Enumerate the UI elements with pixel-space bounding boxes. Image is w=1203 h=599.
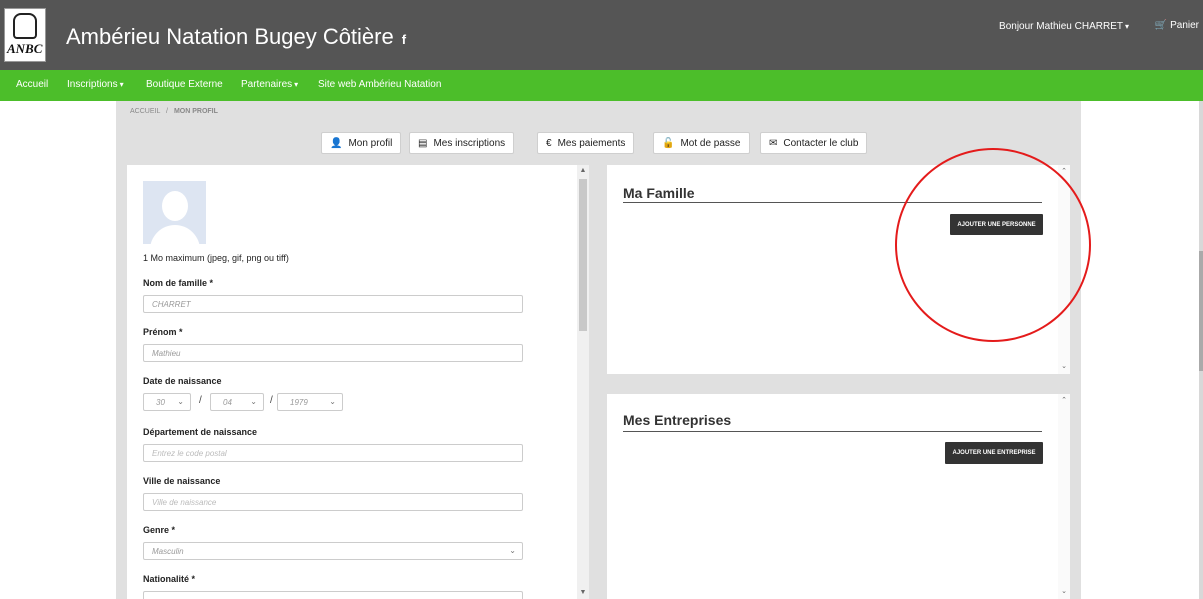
- chevron-down-icon: ⌄: [509, 546, 516, 555]
- date-separator: /: [270, 395, 273, 406]
- companies-divider: [623, 431, 1042, 432]
- companies-scrollbar[interactable]: ⌃ ⌄: [1058, 394, 1070, 599]
- nav-item-inscriptions[interactable]: Inscriptions ▾: [67, 79, 124, 90]
- nav-item-label: Partenaires: [241, 79, 293, 90]
- page-scrollbar[interactable]: [1199, 101, 1203, 599]
- chevron-down-icon: ⌄: [177, 397, 184, 406]
- nav-item-boutique[interactable]: Boutique Externe: [146, 79, 223, 90]
- nav-item-accueil[interactable]: Accueil: [16, 79, 48, 90]
- first-name-field[interactable]: Mathieu: [143, 344, 523, 362]
- birth-date-label: Date de naissance: [143, 376, 222, 386]
- companies-title: Mes Entreprises: [623, 412, 732, 428]
- scroll-down-icon[interactable]: ▼: [577, 589, 589, 596]
- birth-city-label: Ville de naissance: [143, 476, 221, 486]
- birth-city-field[interactable]: Ville de naissance: [143, 493, 523, 511]
- breadcrumb-home[interactable]: ACCUEIL: [130, 108, 160, 115]
- caret-down-icon: ▾: [1124, 22, 1129, 31]
- scroll-down-icon[interactable]: ⌄: [1058, 362, 1070, 370]
- nav-item-label: Boutique Externe: [146, 79, 223, 90]
- tab-contacter-le-club[interactable]: ✉ Contacter le club: [760, 132, 868, 154]
- user-menu[interactable]: Bonjour Mathieu CHARRET ▾: [999, 21, 1129, 32]
- tab-mot-de-passe[interactable]: 🔓 Mot de passe: [653, 132, 750, 154]
- tab-label: Mon profil: [348, 137, 393, 149]
- nationality-label: Nationalité *: [143, 574, 196, 584]
- birth-month-value: 04: [223, 398, 232, 407]
- companies-panel: Mes Entreprises AJOUTER UNE ENTREPRISE ⌃…: [607, 394, 1070, 599]
- tab-label: Mes paiements: [557, 137, 626, 149]
- scroll-up-icon[interactable]: ▲: [577, 167, 589, 174]
- euro-icon: €: [546, 137, 552, 149]
- add-company-button[interactable]: AJOUTER UNE ENTREPRISE: [945, 442, 1043, 464]
- user-greeting: Bonjour Mathieu CHARRET: [999, 21, 1123, 32]
- club-logo[interactable]: ANBC: [4, 8, 46, 62]
- nav-item-label: Inscriptions: [67, 79, 118, 90]
- first-name-label: Prénom *: [143, 327, 183, 337]
- tab-label: Mot de passe: [680, 137, 741, 149]
- family-divider: [623, 202, 1042, 203]
- birth-year-value: 1979: [290, 398, 308, 407]
- family-panel: Ma Famille AJOUTER UNE PERSONNE ⌃ ⌄: [607, 165, 1070, 374]
- family-title: Ma Famille: [623, 185, 695, 201]
- gender-select[interactable]: Masculin ⌄: [143, 542, 523, 560]
- birth-day-select[interactable]: 30 ⌄: [143, 393, 191, 411]
- main-nav: Accueil Inscriptions ▾ Boutique Externe P…: [0, 70, 1203, 101]
- cart-link[interactable]: 🛒 Panier: [1155, 20, 1199, 31]
- nationality-select[interactable]: [143, 591, 523, 599]
- cart-icon: 🛒: [1154, 20, 1168, 31]
- tab-mes-paiements[interactable]: € Mes paiements: [537, 132, 635, 154]
- caret-down-icon: ▾: [294, 80, 299, 89]
- nav-item-label: Site web Ambérieu Natation: [318, 79, 442, 90]
- birth-month-select[interactable]: 04 ⌄: [210, 393, 264, 411]
- breadcrumb: ACCUEIL / MON PROFIL: [130, 108, 218, 115]
- tab-label: Contacter le club: [783, 137, 859, 149]
- tab-label: Mes inscriptions: [433, 137, 506, 149]
- nav-item-partenaires[interactable]: Partenaires ▾: [241, 79, 298, 90]
- unlock-icon: 🔓: [662, 137, 675, 149]
- scroll-thumb[interactable]: [579, 179, 587, 331]
- gender-label: Genre *: [143, 525, 176, 535]
- profile-scrollbar[interactable]: ▲ ▼: [577, 165, 589, 599]
- logo-emblem: [13, 13, 37, 39]
- breadcrumb-current: MON PROFIL: [173, 108, 218, 115]
- page-scroll-thumb[interactable]: [1199, 251, 1203, 371]
- nav-item-site-web[interactable]: Site web Ambérieu Natation: [318, 79, 441, 90]
- site-title[interactable]: Ambérieu Natation Bugey Côtière f: [66, 24, 406, 50]
- add-person-button[interactable]: AJOUTER UNE PERSONNE: [950, 214, 1043, 235]
- cart-label: Panier: [1170, 20, 1199, 31]
- photo-hint: 1 Mo maximum (jpeg, gif, png ou tiff): [143, 253, 289, 263]
- birth-year-select[interactable]: 1979 ⌄: [277, 393, 343, 411]
- chevron-down-icon: ⌄: [329, 397, 336, 406]
- date-separator: /: [199, 395, 202, 406]
- logo-text: ANBC: [7, 41, 43, 56]
- avatar-body: [150, 225, 200, 244]
- breadcrumb-separator: /: [166, 108, 168, 115]
- caret-down-icon: ▾: [119, 80, 124, 89]
- tab-mon-profil[interactable]: 👤 Mon profil: [321, 132, 402, 154]
- birth-department-field[interactable]: Entrez le code postal: [143, 444, 523, 462]
- site-title-text: Ambérieu Natation Bugey Côtière: [66, 24, 394, 49]
- scroll-up-icon[interactable]: ⌃: [1058, 396, 1070, 404]
- profile-form-panel: 1 Mo maximum (jpeg, gif, png ou tiff) No…: [127, 165, 589, 599]
- nav-item-label: Accueil: [16, 79, 49, 90]
- list-icon: ▤: [418, 137, 428, 149]
- last-name-field[interactable]: CHARRET: [143, 295, 523, 313]
- main-content: ACCUEIL / MON PROFIL 👤 Mon profil ▤ Mes in…: [116, 101, 1081, 599]
- chevron-down-icon: ⌄: [250, 397, 257, 406]
- birth-department-label: Département de naissance: [143, 427, 258, 437]
- facebook-icon[interactable]: f: [402, 32, 406, 47]
- tab-mes-inscriptions[interactable]: ▤ Mes inscriptions: [409, 132, 515, 154]
- scroll-down-icon[interactable]: ⌄: [1058, 587, 1070, 595]
- profile-photo[interactable]: [143, 181, 206, 244]
- family-scrollbar[interactable]: ⌃ ⌄: [1058, 165, 1070, 374]
- last-name-label: Nom de famille *: [143, 278, 214, 288]
- scroll-up-icon[interactable]: ⌃: [1058, 167, 1070, 175]
- avatar-head: [162, 191, 188, 221]
- envelope-icon: ✉: [769, 137, 778, 149]
- site-header: ANBC Ambérieu Natation Bugey Côtière f Bo…: [0, 0, 1203, 70]
- birth-day-value: 30: [156, 398, 165, 407]
- gender-value: Masculin: [152, 547, 184, 556]
- user-icon: 👤: [330, 137, 343, 149]
